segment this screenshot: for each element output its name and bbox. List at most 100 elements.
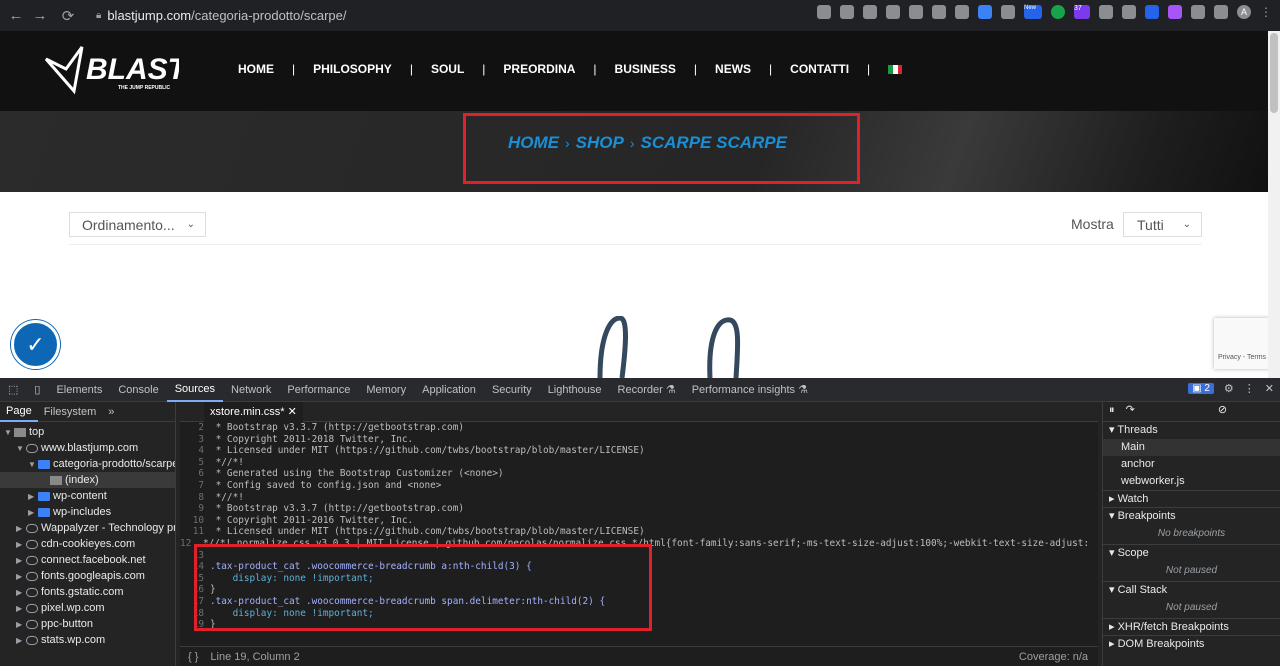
deactivate-breakpoints-icon[interactable]: ⊘ — [1218, 404, 1227, 416]
tab-elements[interactable]: Elements — [48, 378, 110, 402]
nav-soul[interactable]: SOUL — [431, 62, 464, 76]
puzzle-icon[interactable] — [1191, 5, 1205, 19]
extension-icon-3[interactable] — [955, 5, 969, 19]
nav-philosophy[interactable]: PHILOSOPHY — [313, 62, 392, 76]
watch-header[interactable]: ▸ Watch — [1103, 490, 1280, 507]
more-options-icon[interactable]: ⋮ — [1244, 382, 1255, 395]
code-line[interactable]: 7 * Config saved to config.json and <non… — [180, 480, 1090, 492]
extension-icon-1[interactable] — [909, 5, 923, 19]
tree-node[interactable]: ▶ ppc-button — [0, 616, 175, 632]
profile-avatar[interactable]: A — [1237, 5, 1251, 19]
line-number[interactable]: 8 — [180, 492, 210, 504]
tree-node[interactable]: ▶ fonts.gstatic.com — [0, 584, 175, 600]
tree-node[interactable]: ▶ stats.wp.com — [0, 632, 175, 648]
expand-toggle-icon[interactable]: ▶ — [16, 601, 26, 616]
subtab-filesystem[interactable]: Filesystem — [38, 406, 103, 418]
code-line[interactable]: 11 * Licensed under MIT (https://github.… — [180, 526, 1090, 538]
extension-icon-5[interactable] — [1001, 5, 1015, 19]
tab-security[interactable]: Security — [484, 378, 540, 402]
tab-console[interactable]: Console — [110, 378, 166, 402]
callstack-header[interactable]: ▾ Call Stack — [1103, 581, 1280, 598]
breadcrumb-home[interactable]: HOME — [508, 133, 559, 153]
device-toolbar-icon[interactable]: ▯ — [26, 378, 48, 402]
pause-icon[interactable]: ⏸ — [1109, 404, 1115, 416]
expand-toggle-icon[interactable]: ▶ — [16, 521, 26, 536]
line-number[interactable]: 2 — [180, 422, 210, 434]
expand-toggle-icon[interactable]: ▶ — [16, 569, 26, 584]
italian-flag-icon[interactable] — [888, 64, 903, 74]
page-scrollbar[interactable] — [1268, 31, 1280, 378]
back-icon[interactable]: ← — [4, 7, 28, 24]
scope-header[interactable]: ▾ Scope — [1103, 544, 1280, 561]
thread-anchor[interactable]: anchor — [1103, 456, 1280, 473]
expand-toggle-icon[interactable]: ▶ — [16, 553, 26, 568]
expand-toggle-icon[interactable]: ▶ — [16, 617, 26, 632]
nav-home[interactable]: HOME — [238, 62, 274, 76]
code-line[interactable]: 10 * Copyright 2011-2016 Twitter, Inc. — [180, 515, 1090, 527]
code-line[interactable]: 8 *//*! — [180, 492, 1090, 504]
expand-toggle-icon[interactable]: ▶ — [28, 489, 38, 504]
show-select[interactable]: Tutti ⌄ — [1123, 212, 1202, 237]
step-over-icon[interactable]: ↷ — [1126, 404, 1135, 416]
line-number[interactable]: 10 — [180, 515, 210, 527]
line-number[interactable]: 4 — [180, 445, 210, 457]
count-badge-icon[interactable]: 37 — [1074, 5, 1090, 19]
accessibility-badge-icon[interactable]: ✓ — [11, 320, 60, 369]
extension-icon-9[interactable] — [1168, 5, 1182, 19]
expand-toggle-icon[interactable]: ▶ — [16, 633, 26, 648]
recaptcha-badge[interactable]: Privacy - Terms — [1214, 318, 1268, 369]
star-icon[interactable] — [886, 5, 900, 19]
tab-performance-insights[interactable]: Performance insights ⚗ — [684, 378, 816, 402]
nav-business[interactable]: BUSINESS — [615, 62, 676, 76]
line-number[interactable]: 6 — [180, 468, 210, 480]
close-devtools-icon[interactable]: ✕ — [1265, 382, 1274, 395]
expand-toggle-icon[interactable]: ▼ — [28, 457, 38, 472]
extension-icon-2[interactable] — [932, 5, 946, 19]
code-line[interactable]: 4 * Licensed under MIT (https://github.c… — [180, 445, 1090, 457]
grammarly-icon[interactable] — [1051, 5, 1065, 19]
code-line[interactable]: 9 * Bootstrap v3.3.7 (http://getbootstra… — [180, 503, 1090, 515]
line-number[interactable]: 7 — [180, 480, 210, 492]
address-bar[interactable]: 🔒︎ blastjump.com /categoria-prodotto/sca… — [88, 4, 748, 27]
key-icon[interactable] — [817, 5, 831, 19]
tab-network[interactable]: Network — [223, 378, 279, 402]
tree-node[interactable]: ▶ wp-content — [0, 488, 175, 504]
extension-icon-8[interactable] — [1145, 5, 1159, 19]
dom-breakpoints-header[interactable]: ▸ DOM Breakpoints — [1103, 635, 1280, 652]
tree-node[interactable]: ▼ top — [0, 424, 175, 440]
nav-news[interactable]: NEWS — [715, 62, 751, 76]
line-number[interactable]: 3 — [180, 434, 210, 446]
menu-icon[interactable]: ⋮ — [1260, 5, 1272, 19]
subtab-page[interactable]: Page — [0, 402, 38, 422]
blast-logo[interactable]: BLAST THE JUMP REPUBLIC — [44, 39, 179, 101]
code-line[interactable]: 2 * Bootstrap v3.3.7 (http://getbootstra… — [180, 422, 1090, 434]
line-number[interactable]: 11 — [180, 526, 210, 538]
close-tab-icon[interactable]: ✕ — [288, 406, 297, 418]
tab-application[interactable]: Application — [414, 378, 484, 402]
tree-node[interactable]: (index) — [0, 472, 175, 488]
issues-badge[interactable]: ▣ 2 — [1188, 383, 1214, 394]
breadcrumb-shop[interactable]: SHOP — [576, 133, 624, 153]
tree-node[interactable]: ▶ cdn-cookieyes.com — [0, 536, 175, 552]
translate-icon[interactable] — [840, 5, 854, 19]
share-icon[interactable] — [863, 5, 877, 19]
inspect-icon[interactable]: ⬚ — [0, 378, 26, 402]
tree-node[interactable]: ▼ categoria-prodotto/scarpe — [0, 456, 175, 472]
reload-icon[interactable]: ⟳ — [56, 7, 80, 25]
sort-select[interactable]: Ordinamento... ⌄ — [69, 212, 206, 237]
tree-node[interactable]: ▶ pixel.wp.com — [0, 600, 175, 616]
editor-tab-file[interactable]: xstore.min.css* ✕ — [204, 401, 303, 422]
settings-gear-icon[interactable]: ⚙ — [1224, 382, 1234, 395]
tree-node[interactable]: ▶ wp-includes — [0, 504, 175, 520]
tab-sources[interactable]: Sources — [166, 378, 224, 402]
forward-icon[interactable]: → — [28, 7, 52, 24]
threads-header[interactable]: ▾ Threads — [1103, 422, 1280, 439]
expand-toggle-icon[interactable]: ▼ — [16, 441, 26, 456]
tab-lighthouse[interactable]: Lighthouse — [540, 378, 610, 402]
more-tabs-icon[interactable]: » — [102, 406, 120, 418]
product-image[interactable] — [590, 316, 760, 378]
thread-webworker[interactable]: webworker.js — [1103, 473, 1280, 490]
expand-toggle-icon[interactable]: ▶ — [16, 537, 26, 552]
tree-node[interactable]: ▼ www.blastjump.com — [0, 440, 175, 456]
tree-node[interactable]: ▶ fonts.googleapis.com — [0, 568, 175, 584]
